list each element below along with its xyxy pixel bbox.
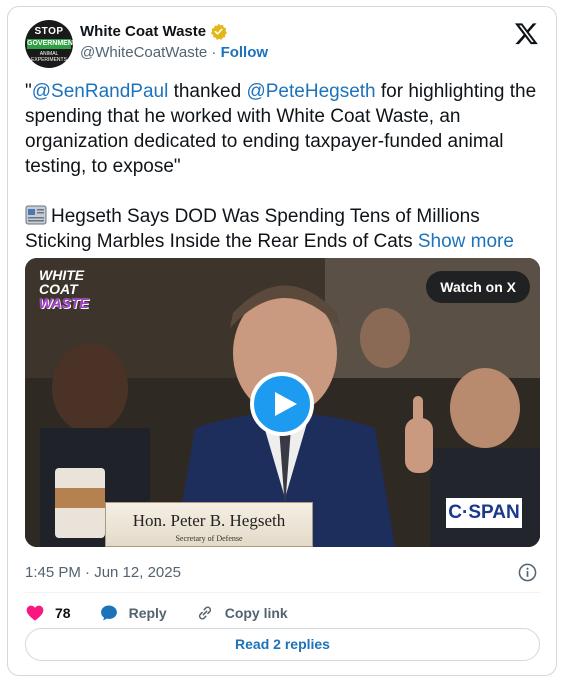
avatar-bottom-text: ANIMAL EXPERIMENTS	[31, 51, 67, 63]
verified-badge-icon	[210, 23, 228, 40]
author-handle-row: @WhiteCoatWaste · Follow	[80, 44, 268, 61]
avatar-stop-text: STOP	[34, 26, 64, 37]
watermark-line: COAT	[39, 281, 78, 297]
tweet-paragraph-1: "@SenRandPaul thanked @PeteHegseth for h…	[25, 79, 540, 179]
tweet-card: STOP GOVERNMENT ANIMAL EXPERIMENTS White…	[7, 6, 557, 676]
author-display-name[interactable]: White Coat Waste	[80, 23, 206, 40]
reply-icon	[100, 605, 117, 621]
avatar[interactable]: STOP GOVERNMENT ANIMAL EXPERIMENTS	[25, 20, 73, 68]
headline-text: Hegseth Says DOD Was Spending Tens of Mi…	[25, 206, 480, 252]
play-icon	[275, 392, 297, 416]
tweet-paragraph-2: Hegseth Says DOD Was Spending Tens of Mi…	[25, 204, 540, 254]
watermark-line: WHITE	[39, 267, 85, 283]
like-count: 78	[55, 605, 71, 621]
nameplate-title: Secretary of Defense	[175, 534, 243, 543]
mention-senrandpaul[interactable]: @SenRandPaul	[32, 81, 169, 102]
copy-link-label: Copy link	[224, 605, 288, 621]
newspaper-icon	[25, 205, 47, 225]
nameplate-name: Hon. Peter B. Hegseth	[132, 511, 286, 530]
divider	[25, 592, 540, 593]
white-coat-waste-watermark: WHITE COAT WASTE	[39, 268, 97, 310]
reply-button[interactable]: Reply	[99, 603, 167, 623]
cspan-logo: C·SPAN	[446, 498, 522, 528]
follow-link[interactable]: Follow	[221, 44, 269, 61]
watch-on-x-button[interactable]: Watch on X	[426, 271, 530, 303]
tweet-text-segment: thanked	[168, 81, 247, 102]
author-name-row: White Coat Waste	[80, 23, 228, 40]
watermark-line: WASTE	[39, 295, 89, 311]
mention-petehegseth[interactable]: @PeteHegseth	[246, 81, 375, 102]
tweet-timestamp[interactable]: 1:45 PM · Jun 12, 2025	[25, 564, 181, 581]
reply-label: Reply	[128, 605, 167, 621]
link-icon	[198, 606, 211, 620]
x-logo-icon[interactable]	[514, 21, 539, 46]
play-button[interactable]	[250, 372, 314, 436]
copy-link-button[interactable]: Copy link	[195, 603, 288, 623]
info-icon[interactable]	[518, 563, 537, 582]
show-more-link[interactable]: Show more	[418, 231, 514, 252]
action-bar: 78 Reply Copy link	[25, 598, 316, 628]
read-replies-button[interactable]: Read 2 replies	[25, 628, 540, 661]
nameplate: Hon. Peter B. Hegseth Secretary of Defen…	[105, 502, 313, 547]
avatar-band-text: GOVERNMENT	[27, 39, 73, 49]
tweet-text: "@SenRandPaul thanked @PeteHegseth for h…	[25, 79, 540, 254]
heart-icon	[26, 605, 44, 621]
like-button[interactable]: 78	[25, 603, 71, 623]
quote-mark: "	[25, 81, 32, 102]
video-player[interactable]: WHITE COAT WASTE Watch on X Hon. Peter B…	[25, 258, 540, 547]
author-handle[interactable]: @WhiteCoatWaste	[80, 44, 207, 61]
handle-separator: ·	[211, 44, 217, 61]
